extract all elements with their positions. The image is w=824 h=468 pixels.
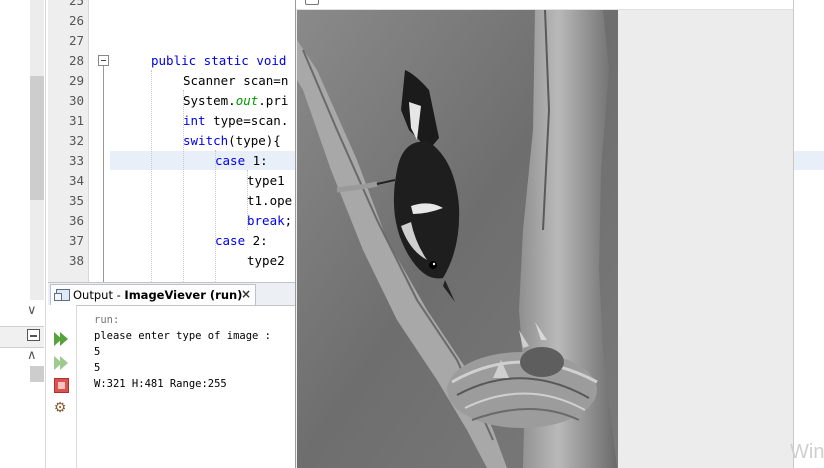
output-toolbar: ⚙ <box>48 305 77 468</box>
run-again-icon[interactable] <box>52 331 68 347</box>
line-number: 31 <box>68 113 84 128</box>
code-text: break; <box>247 213 293 228</box>
line-number: 34 <box>68 173 84 188</box>
left-scrollbar-thumb-lower[interactable] <box>30 366 44 382</box>
window-icon <box>305 0 319 5</box>
line-number: 29 <box>68 73 84 88</box>
code-text: type1 <box>247 173 285 188</box>
code-text: System.out.pri <box>183 93 289 108</box>
line-number: 28 <box>68 53 84 68</box>
stop-icon[interactable] <box>54 378 69 393</box>
panel-divider <box>45 0 46 468</box>
line-number: 30 <box>68 93 84 108</box>
line-number: 35 <box>68 193 84 208</box>
console-line: 5 <box>94 362 101 374</box>
line-number: 36 <box>68 213 84 228</box>
code-text: switch(type){ <box>183 133 281 148</box>
image-viewer-window[interactable] <box>295 0 794 468</box>
console-line: 5 <box>94 346 101 358</box>
output-tab-label: Output - ImageViever (run) <box>73 288 243 302</box>
line-number: 37 <box>68 233 84 248</box>
current-line-highlight <box>792 151 824 170</box>
chevron-up-icon[interactable]: ∧ <box>27 348 37 363</box>
line-number: 32 <box>68 133 84 148</box>
activation-watermark: Win <box>790 441 824 463</box>
code-text: Scanner scan=n <box>183 73 289 88</box>
minimize-icon[interactable] <box>27 329 40 341</box>
console-line: run: <box>94 314 120 326</box>
console-output[interactable]: run: please enter type of image : 5 5 W:321 … <box>94 312 271 392</box>
code-text: public static void <box>151 53 287 68</box>
line-number: 26 <box>68 13 84 28</box>
code-text: int type=scan. <box>183 113 289 128</box>
editor-right-area <box>792 0 824 468</box>
line-number: 25 <box>68 0 84 8</box>
rerun-icon[interactable] <box>52 355 68 371</box>
left-scrollbar-thumb[interactable] <box>30 76 44 200</box>
line-number: 33 <box>68 153 84 168</box>
viewer-title-bar[interactable] <box>296 0 793 10</box>
line-number: 38 <box>68 253 84 268</box>
code-text: case 1: <box>215 153 268 168</box>
output-window-icon <box>54 289 70 301</box>
code-text: type2 <box>247 253 285 268</box>
output-tab[interactable]: Output - ImageViever (run) × <box>50 284 256 305</box>
close-icon[interactable]: × <box>241 287 251 301</box>
code-text: t1.ope <box>247 193 293 208</box>
chick <box>520 347 564 377</box>
code-text: case 2: <box>215 233 268 248</box>
line-number: 27 <box>68 33 84 48</box>
console-line: please enter type of image : <box>94 330 272 342</box>
console-line: W:321 H:481 Range:255 <box>94 378 227 390</box>
chevron-down-icon[interactable]: ∨ <box>27 303 37 318</box>
settings-icon[interactable]: ⚙ <box>52 400 68 416</box>
bird-photo <box>297 10 618 468</box>
